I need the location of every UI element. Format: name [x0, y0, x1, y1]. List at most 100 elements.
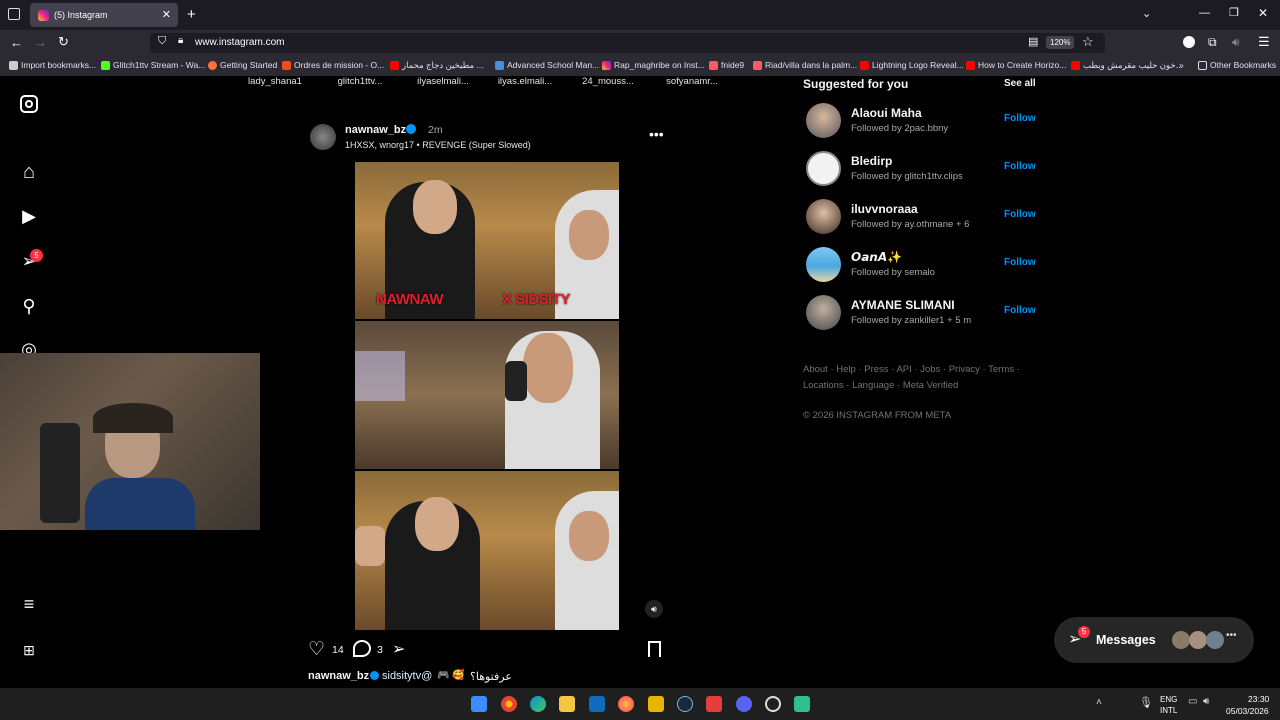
- account-icon[interactable]: [1183, 36, 1195, 48]
- bookmark-item[interactable]: Rap_maghribe on Inst...: [602, 60, 705, 70]
- tray-overflow-icon[interactable]: ˄: [1096, 697, 1102, 708]
- avatar[interactable]: [806, 247, 841, 282]
- sound-icon[interactable]: 🔊︎: [1232, 35, 1240, 50]
- avatar[interactable]: [806, 295, 841, 330]
- url-bar[interactable]: ⛉ 🔒︎ www.instagram.com ▤ 120% ☆: [150, 33, 1105, 53]
- firefox-icon[interactable]: [618, 696, 634, 712]
- caption-username[interactable]: nawnaw_bz: [308, 670, 369, 682]
- maximize-icon[interactable]: ❐: [1229, 6, 1239, 19]
- close-tab-icon[interactable]: ✕: [162, 8, 171, 21]
- story-item[interactable]: ilyaselmali...: [408, 76, 478, 87]
- language-layout[interactable]: INTL: [1160, 706, 1177, 715]
- follow-button[interactable]: Follow: [1004, 161, 1036, 172]
- bookmark-item[interactable]: fnide9: [709, 60, 744, 70]
- discord-icon[interactable]: [736, 696, 752, 712]
- edge-icon[interactable]: [530, 696, 546, 712]
- post-audio[interactable]: 1HXSX, wnorg17 • REVENGE (Super Slowed): [345, 140, 531, 150]
- back-icon[interactable]: ←: [10, 35, 23, 50]
- reel-video[interactable]: NAWNAW X SIDSITY 🔊︎: [300, 162, 674, 630]
- close-window-icon[interactable]: ✕: [1258, 6, 1268, 20]
- chrome-icon[interactable]: [501, 696, 517, 712]
- story-item[interactable]: sofyanamr...: [657, 76, 727, 87]
- like-count[interactable]: 14: [332, 644, 344, 656]
- bookmark-item[interactable]: How to Create Horizo...: [966, 60, 1066, 70]
- other-bookmarks[interactable]: Other Bookmarks: [1198, 60, 1276, 70]
- avatar[interactable]: [806, 199, 841, 234]
- shield-icon[interactable]: ⛉: [158, 35, 166, 48]
- reels-icon[interactable]: ▶︎: [18, 205, 40, 227]
- like-icon[interactable]: ♡: [308, 638, 325, 661]
- bookmark-item[interactable]: Getting Started: [208, 60, 277, 70]
- volume-icon[interactable]: 🔊︎: [1203, 696, 1209, 707]
- bookmark-item[interactable]: Lightning Logo Reveal...: [860, 60, 964, 70]
- tab-instagram[interactable]: (5) Instagram ✕: [30, 3, 178, 27]
- story-item[interactable]: 24_mouss...: [573, 76, 643, 87]
- settings-icon[interactable]: [765, 696, 781, 712]
- url-text[interactable]: www.instagram.com: [195, 37, 284, 48]
- zoom-level[interactable]: 120%: [1046, 36, 1075, 49]
- suggested-username[interactable]: Alaoui Maha: [851, 106, 922, 120]
- avatar[interactable]: [806, 103, 841, 138]
- story-item[interactable]: ilyas.elmali...: [490, 76, 560, 87]
- vpn-icon[interactable]: [706, 696, 722, 712]
- outlook-icon[interactable]: [589, 696, 605, 712]
- follow-button[interactable]: Follow: [1004, 209, 1036, 220]
- post-username[interactable]: nawnaw_bz: [345, 124, 406, 136]
- tab-list-icon[interactable]: [8, 8, 20, 20]
- new-tab-icon[interactable]: +: [187, 6, 196, 23]
- comment-count[interactable]: 3: [377, 644, 383, 656]
- home-icon[interactable]: ⌂: [18, 161, 40, 183]
- bookmark-star-icon[interactable]: ☆: [1082, 34, 1094, 50]
- footer-links[interactable]: About · Help · Press · API · Jobs · Priv…: [803, 364, 1020, 375]
- messages-button[interactable]: ➢ 5 Messages •••: [1054, 617, 1254, 663]
- caption-mention[interactable]: sidsitytv@: [382, 670, 432, 682]
- notes-app-icon[interactable]: [648, 696, 664, 712]
- bookmark-item[interactable]: Advanced School Man...: [495, 60, 599, 70]
- post-avatar[interactable]: [310, 124, 336, 150]
- suggested-username[interactable]: 𝙊𝙖𝙣𝘼✨: [851, 250, 902, 264]
- bookmark-item[interactable]: Import bookmarks...: [9, 60, 96, 70]
- minimize-icon[interactable]: —: [1199, 7, 1210, 19]
- story-item[interactable]: lady_shana1: [240, 76, 310, 87]
- suggested-username[interactable]: Bledirp: [851, 154, 892, 168]
- apps-icon[interactable]: ⊞: [18, 639, 40, 661]
- avatar[interactable]: [806, 151, 841, 186]
- comment-icon[interactable]: [353, 640, 371, 657]
- bookmark-item[interactable]: Ordres de mission - O...: [282, 60, 384, 70]
- clock-time[interactable]: 23:30: [1248, 694, 1269, 704]
- suggested-username[interactable]: AYMANE SLIMANI: [851, 298, 955, 312]
- app-icon[interactable]: [794, 696, 810, 712]
- bookmark-item[interactable]: Riad/villa dans la palm...: [753, 60, 857, 70]
- lock-icon[interactable]: 🔒︎: [178, 35, 183, 46]
- windows-start-icon[interactable]: [471, 696, 487, 712]
- instagram-logo-icon[interactable]: [18, 93, 40, 115]
- tab-overflow-chevron-icon[interactable]: ⌄: [1142, 7, 1151, 20]
- reload-icon[interactable]: ↻: [58, 34, 69, 50]
- follow-button[interactable]: Follow: [1004, 305, 1036, 316]
- clock-date[interactable]: 05/03/2026: [1226, 706, 1269, 716]
- microphone-icon[interactable]: 🎙︎: [1139, 696, 1153, 709]
- see-all-link[interactable]: See all: [1004, 78, 1036, 89]
- bookmark-item[interactable]: مطبخين دجاج محمار ...: [390, 60, 484, 71]
- network-icon[interactable]: ▭: [1188, 696, 1197, 707]
- extensions-icon[interactable]: ⧉: [1208, 35, 1217, 50]
- file-explorer-icon[interactable]: [559, 696, 575, 712]
- story-item[interactable]: glitch1ttv...: [325, 76, 395, 87]
- suggested-username[interactable]: iluvvnoraaa: [851, 202, 918, 216]
- follow-button[interactable]: Follow: [1004, 257, 1036, 268]
- bookmark-item[interactable]: خون حلیب مقرمش وبطب...: [1071, 60, 1183, 71]
- more-menu-icon[interactable]: ≡: [18, 593, 40, 615]
- save-icon[interactable]: [648, 641, 661, 657]
- language-indicator[interactable]: ENG: [1160, 695, 1177, 704]
- search-icon[interactable]: ⚲: [18, 295, 40, 317]
- menu-icon[interactable]: ☰: [1258, 34, 1270, 50]
- share-icon[interactable]: ➢: [392, 639, 405, 659]
- reader-view-icon[interactable]: ▤: [1028, 35, 1038, 48]
- forward-icon[interactable]: →: [34, 35, 47, 50]
- bookmark-item[interactable]: Glitch1ttv Stream - Wa...: [101, 60, 205, 70]
- mute-toggle-icon[interactable]: 🔊︎: [645, 600, 663, 618]
- footer-links-secondary[interactable]: Locations · Language · Meta Verified: [803, 380, 958, 391]
- post-options-icon[interactable]: •••: [649, 126, 664, 142]
- bookmarks-overflow-icon[interactable]: »: [1179, 60, 1184, 70]
- follow-button[interactable]: Follow: [1004, 113, 1036, 124]
